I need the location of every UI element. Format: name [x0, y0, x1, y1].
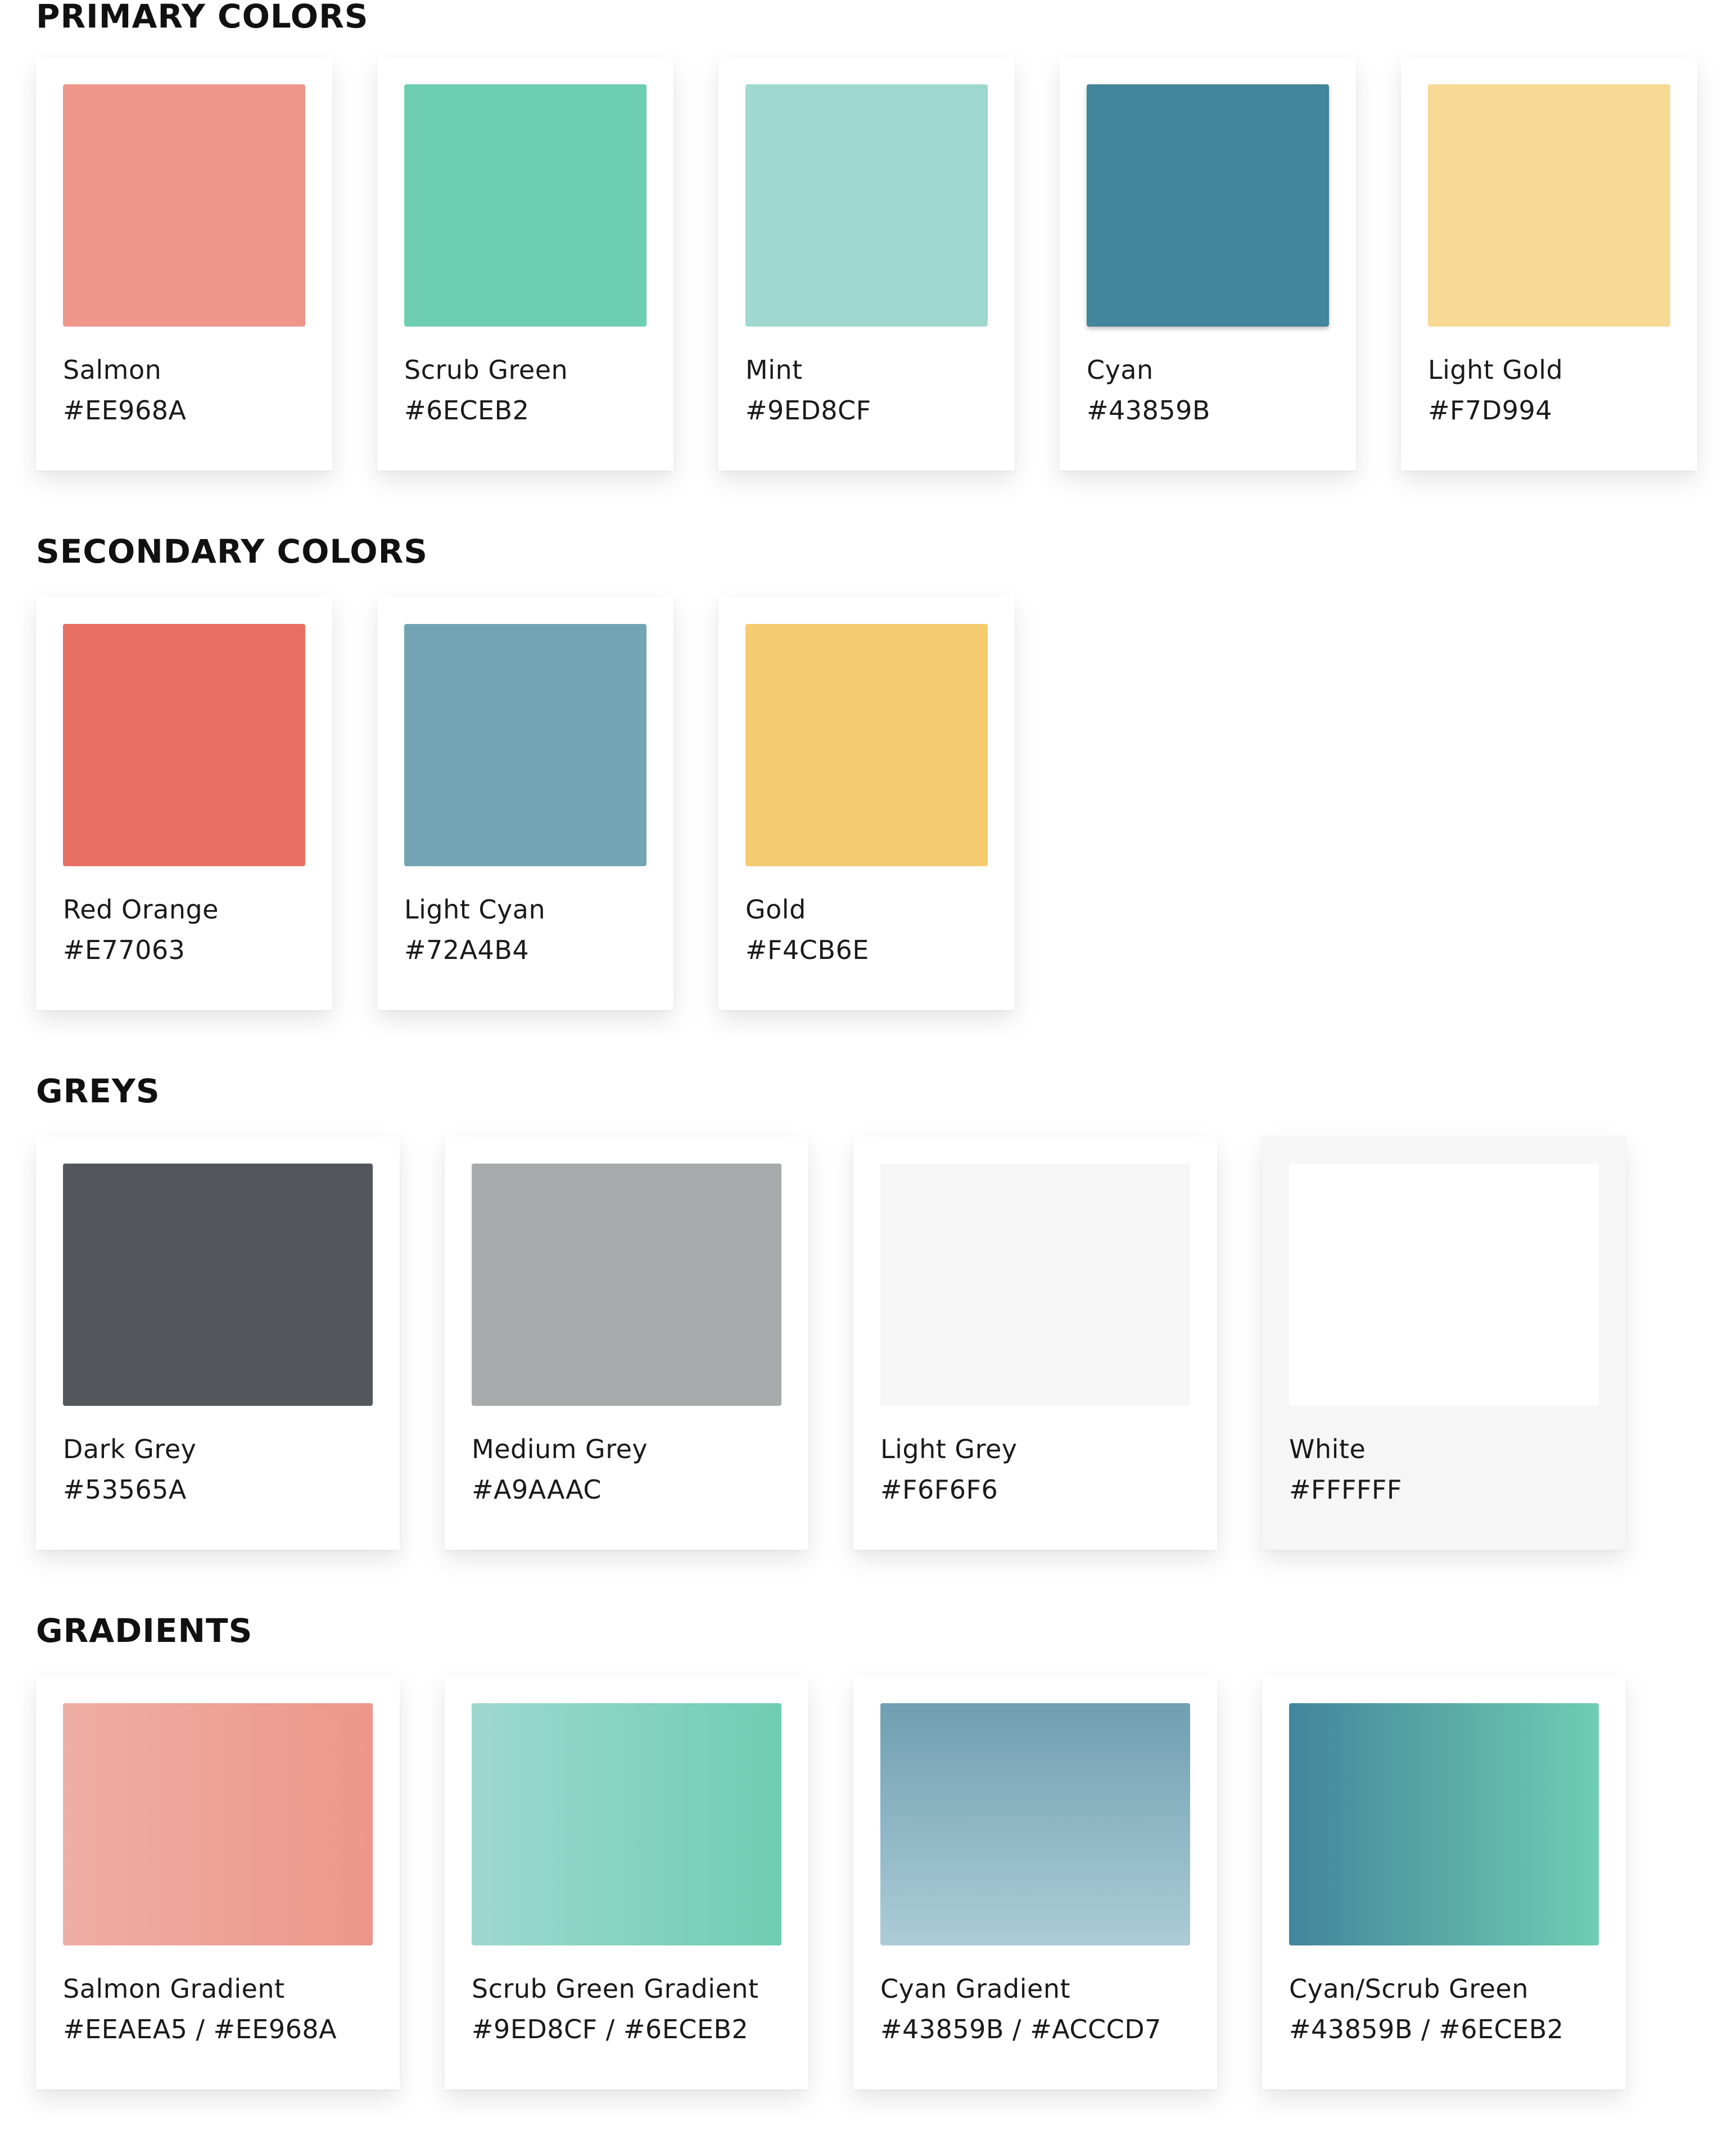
swatch-name: Cyan: [1087, 355, 1154, 385]
swatch-name: Red Orange: [63, 894, 219, 925]
swatch-card-salmon-gradient: Salmon Gradient #EEAEA5 / #EE968A: [36, 1676, 400, 2089]
swatch-card-red-orange: Red Orange #E77063: [36, 597, 332, 1010]
swatch-card-cyan-scrub-green: Cyan/Scrub Green #43859B / #6ECEB2: [1262, 1676, 1626, 2089]
swatch-card-cyan: Cyan #43859B: [1060, 57, 1356, 470]
swatch-name: Scrub Green Gradient: [472, 1974, 759, 2004]
swatch-hex: #A9AAAC: [472, 1474, 602, 1505]
swatch-hex: #9ED8CF / #6ECEB2: [472, 2014, 749, 2044]
gradients-heading: GRADIENTS: [36, 1612, 253, 1650]
swatch-name: Scrub Green: [404, 355, 568, 385]
swatch-card-medium-grey: Medium Grey #A9AAAC: [445, 1137, 808, 1550]
primary-colors-row: Salmon #EE968A Scrub Green #6ECEB2 Mint …: [36, 57, 1736, 470]
swatch-card-salmon: Salmon #EE968A: [36, 57, 332, 470]
swatch-name: Light Cyan: [404, 894, 546, 925]
color-swatch: [404, 84, 647, 327]
color-swatch: [1289, 1164, 1599, 1406]
swatch-hex: #43859B / #ACCCD7: [880, 2014, 1161, 2044]
swatch-hex: #F4CB6E: [745, 935, 869, 965]
swatch-hex: #E77063: [63, 935, 186, 965]
swatch-card-scrub-green-gradient: Scrub Green Gradient #9ED8CF / #6ECEB2: [445, 1676, 808, 2089]
gradient-swatch: [880, 1703, 1190, 1945]
swatch-hex: #6ECEB2: [404, 395, 530, 426]
swatch-name: Mint: [745, 355, 803, 385]
swatch-name: Light Gold: [1428, 355, 1563, 385]
color-swatch: [404, 624, 647, 866]
swatch-card-dark-grey: Dark Grey #53565A: [36, 1137, 400, 1550]
swatch-card-mint: Mint #9ED8CF: [718, 57, 1015, 470]
color-swatch: [745, 624, 988, 866]
swatch-name: Gold: [745, 894, 806, 925]
greys-heading: GREYS: [36, 1072, 160, 1110]
swatch-name: Light Grey: [880, 1434, 1018, 1464]
color-swatch: [63, 624, 305, 866]
swatch-card-gold: Gold #F4CB6E: [718, 597, 1015, 1010]
swatch-name: Medium Grey: [472, 1434, 648, 1464]
swatch-card-light-grey: Light Grey #F6F6F6: [853, 1137, 1217, 1550]
swatch-card-light-gold: Light Gold #F7D994: [1401, 57, 1697, 470]
primary-colors-heading: PRIMARY COLORS: [36, 0, 369, 35]
gradients-row: Salmon Gradient #EEAEA5 / #EE968A Scrub …: [36, 1676, 1671, 2089]
color-swatch: [472, 1164, 781, 1406]
swatch-hex: #FFFFFF: [1289, 1474, 1402, 1505]
color-swatch: [745, 84, 988, 327]
swatch-card-scrub-green: Scrub Green #6ECEB2: [377, 57, 673, 470]
swatch-name: White: [1289, 1434, 1366, 1464]
secondary-colors-heading: SECONDARY COLORS: [36, 532, 428, 571]
swatch-hex: #72A4B4: [404, 935, 530, 965]
swatch-hex: #53565A: [63, 1474, 187, 1505]
swatch-hex: #9ED8CF: [745, 395, 871, 426]
swatch-card-light-cyan: Light Cyan #72A4B4: [377, 597, 673, 1010]
color-swatch: [63, 1164, 373, 1406]
swatch-hex: #F7D994: [1428, 395, 1552, 426]
swatch-card-cyan-gradient: Cyan Gradient #43859B / #ACCCD7: [853, 1676, 1217, 2089]
gradient-swatch: [472, 1703, 781, 1945]
gradient-swatch: [63, 1703, 373, 1945]
color-swatch: [63, 84, 305, 327]
greys-row: Dark Grey #53565A Medium Grey #A9AAAC Li…: [36, 1137, 1671, 1550]
swatch-hex: #F6F6F6: [880, 1474, 998, 1505]
swatch-hex: #43859B: [1087, 395, 1210, 426]
swatch-hex: #EEAEA5 / #EE968A: [63, 2014, 337, 2044]
color-swatch: [1087, 84, 1329, 327]
color-swatch: [1428, 84, 1670, 327]
secondary-colors-row: Red Orange #E77063 Light Cyan #72A4B4 Go…: [36, 597, 1060, 1010]
swatch-name: Dark Grey: [63, 1434, 197, 1464]
swatch-name: Cyan/Scrub Green: [1289, 1974, 1529, 2004]
swatch-name: Cyan Gradient: [880, 1974, 1071, 2004]
color-swatch: [880, 1164, 1190, 1406]
swatch-hex: #43859B / #6ECEB2: [1289, 2014, 1564, 2044]
swatch-name: Salmon Gradient: [63, 1974, 285, 2004]
gradient-swatch: [1289, 1703, 1599, 1945]
swatch-card-white: White #FFFFFF: [1262, 1137, 1626, 1550]
swatch-hex: #EE968A: [63, 395, 187, 426]
swatch-name: Salmon: [63, 355, 162, 385]
